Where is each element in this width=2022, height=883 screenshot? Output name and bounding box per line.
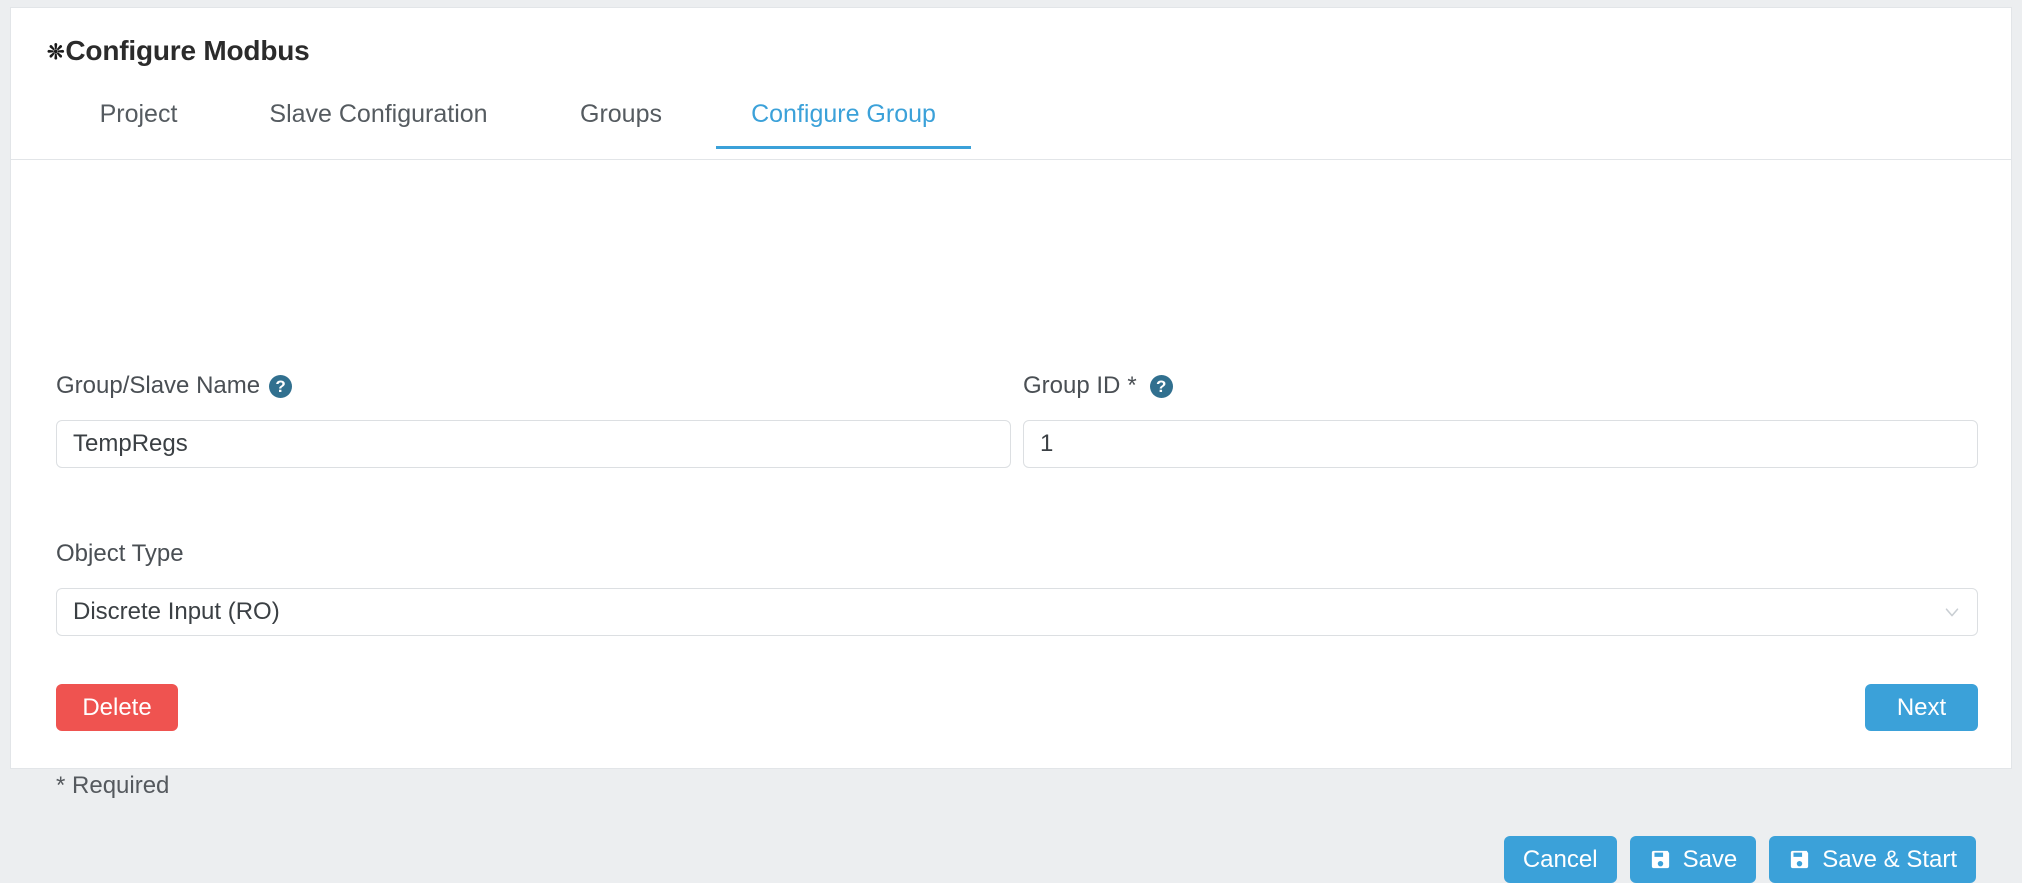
group-slave-name-label-text: Group/Slave Name bbox=[56, 372, 261, 399]
page-title-text: Configure Modbus bbox=[65, 35, 310, 66]
group-id-label-text: Group ID bbox=[1023, 372, 1121, 399]
chevron-down-icon bbox=[1941, 601, 1963, 623]
save-and-start-button[interactable]: Save & Start bbox=[1769, 836, 1976, 883]
group-id-input[interactable] bbox=[1023, 420, 1978, 468]
group-slave-name-label: Group/Slave Name ? bbox=[56, 372, 293, 400]
next-button[interactable]: Next bbox=[1865, 684, 1978, 731]
save-button[interactable]: Save bbox=[1629, 836, 1757, 883]
tab-slave-configuration-label: Slave Configuration bbox=[269, 100, 488, 128]
object-type-label: Object Type bbox=[56, 540, 184, 568]
tab-bar: Project Slave Configuration Groups Confi… bbox=[46, 86, 971, 149]
delete-button[interactable]: Delete bbox=[56, 684, 178, 731]
object-type-select-wrapper: Discrete Input (RO) bbox=[56, 588, 1978, 636]
group-id-required-marker: * bbox=[1127, 372, 1137, 399]
tab-configure-group[interactable]: Configure Group bbox=[716, 86, 971, 149]
object-type-label-text: Object Type bbox=[56, 540, 184, 567]
cancel-button[interactable]: Cancel bbox=[1503, 836, 1617, 883]
object-type-select[interactable]: Discrete Input (RO) bbox=[56, 588, 1978, 636]
page-title: ❊ Configure Modbus bbox=[47, 35, 310, 67]
group-id-help-icon[interactable]: ? bbox=[1149, 374, 1173, 398]
required-note: * Required bbox=[56, 772, 170, 799]
configure-modbus-card: ❊ Configure Modbus Project Slave Configu… bbox=[10, 7, 2012, 883]
tab-groups[interactable]: Groups bbox=[526, 86, 716, 149]
next-button-label: Next bbox=[1896, 693, 1947, 721]
tab-configure-group-label: Configure Group bbox=[751, 100, 936, 128]
floppy-disk-icon bbox=[1788, 848, 1811, 871]
footer-actions: Cancel Save Save & Start bbox=[1503, 836, 1976, 883]
group-id-label: Group ID * ? bbox=[1023, 372, 1173, 400]
object-type-selected-value: Discrete Input (RO) bbox=[73, 598, 280, 625]
save-button-label: Save bbox=[1682, 845, 1738, 873]
tab-project-label: Project bbox=[99, 100, 178, 128]
card-header: ❊ Configure Modbus Project Slave Configu… bbox=[11, 8, 2011, 160]
floppy-disk-icon bbox=[1649, 848, 1672, 871]
tab-project[interactable]: Project bbox=[46, 86, 231, 149]
save-and-start-button-label: Save & Start bbox=[1822, 845, 1957, 873]
asterisk-icon: ❊ bbox=[47, 41, 65, 64]
tab-groups-label: Groups bbox=[580, 100, 662, 128]
delete-button-label: Delete bbox=[82, 693, 152, 721]
tab-slave-configuration[interactable]: Slave Configuration bbox=[231, 86, 526, 149]
group-slave-name-input[interactable] bbox=[56, 420, 1011, 468]
cancel-button-label: Cancel bbox=[1522, 845, 1598, 873]
group-slave-name-help-icon[interactable]: ? bbox=[269, 374, 293, 398]
